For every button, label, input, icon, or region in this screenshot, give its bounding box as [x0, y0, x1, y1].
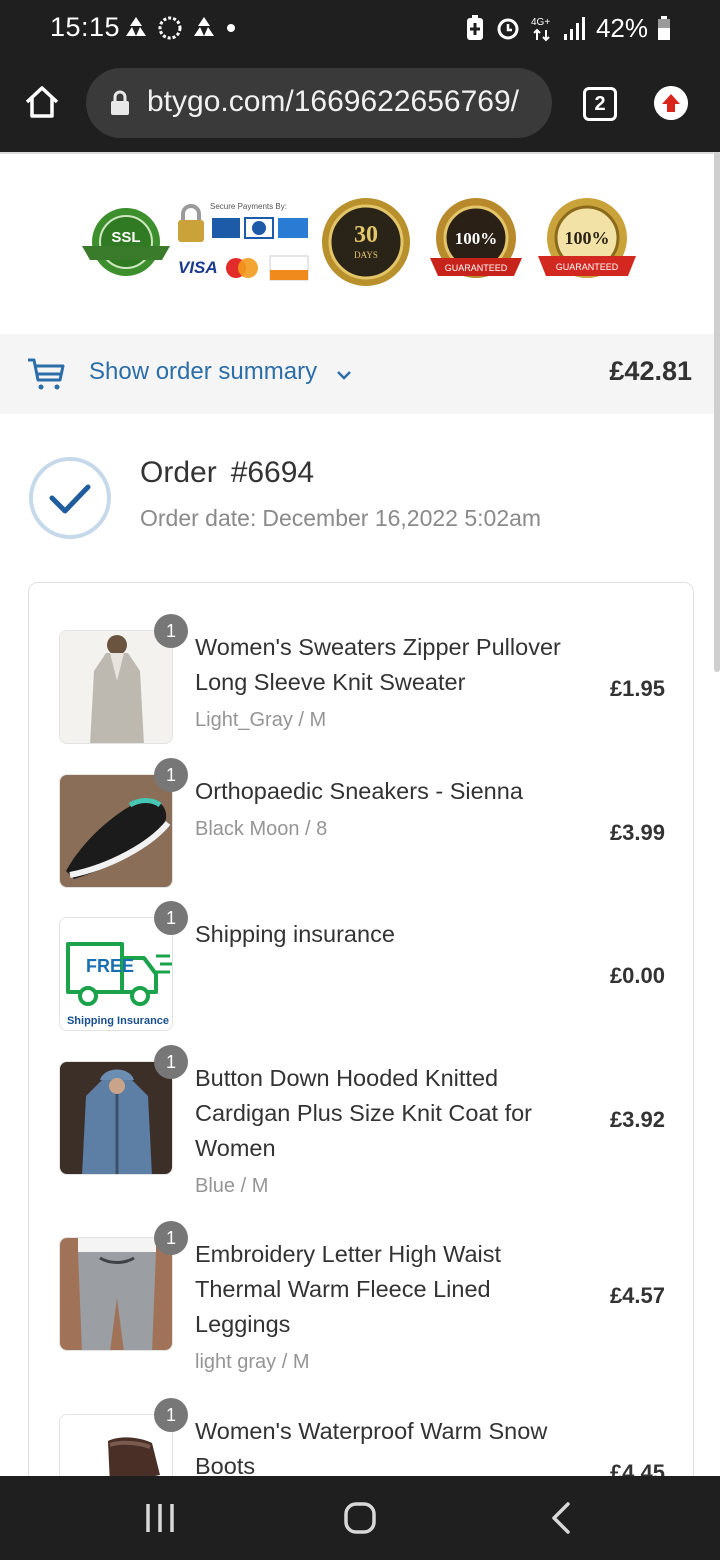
- order-date-value: December 16,2022 5:02am: [262, 505, 542, 531]
- tabs-icon[interactable]: 2: [583, 87, 617, 121]
- item-price: £3.99: [609, 820, 665, 845]
- address-bar[interactable]: btygo.com/1669622656769/: [86, 68, 552, 138]
- product-image: [59, 630, 173, 744]
- best-price-badge: 100% GUARANTEED: [430, 198, 522, 278]
- product-image: [59, 1237, 173, 1351]
- signal-icon: [563, 17, 585, 40]
- money-back-label: DAYS: [354, 250, 378, 260]
- best-price-pct: 100%: [455, 229, 498, 248]
- recents-icon[interactable]: [140, 1498, 180, 1538]
- network-4g-icon: 4G+: [531, 17, 550, 42]
- svg-text:VISA: VISA: [178, 258, 218, 277]
- order-items-list: 1 Women's Sweaters Zipper Pullover Long …: [28, 582, 694, 1560]
- order-date-label: Order date:: [140, 505, 257, 531]
- satisfaction-pct: 100%: [565, 228, 610, 248]
- money-back-number: 30: [354, 222, 378, 248]
- item-price: £3.92: [609, 1107, 665, 1132]
- satisfaction-guaranteed: GUARANTEED: [556, 262, 619, 272]
- order-title: Order #6694: [140, 456, 314, 490]
- item-variant: Blue / M: [195, 1175, 269, 1197]
- item-variant: Light_Gray / M: [195, 709, 327, 731]
- chevron-down-icon[interactable]: [335, 366, 353, 384]
- sync-icon: [158, 16, 182, 40]
- product-image: FREE Shipping Insurance: [59, 917, 173, 1031]
- battery-percent: 42%: [595, 12, 648, 43]
- ssl-badge: SSL: [82, 208, 170, 276]
- check-circle-icon: [29, 457, 111, 539]
- lock-icon: [111, 90, 129, 115]
- order-summary-label[interactable]: Show order summary: [89, 358, 317, 386]
- item-name: Women's Waterproof Warm Snow Boots: [195, 1418, 548, 1479]
- browser-toolbar: btygo.com/1669622656769/ 2: [0, 56, 720, 152]
- quantity-badge: 1: [154, 901, 188, 935]
- best-price-guaranteed: GUARANTEED: [445, 263, 508, 273]
- item-price: £4.57: [609, 1283, 665, 1308]
- system-navigation-bar: [0, 1476, 720, 1560]
- recycle-icon: [194, 17, 214, 36]
- item-price: £1.95: [609, 676, 665, 701]
- order-title-label: Order: [140, 456, 217, 489]
- quantity-badge: 1: [154, 1221, 188, 1255]
- alarm-icon: [497, 18, 519, 40]
- svg-text:4G+: 4G+: [531, 17, 550, 28]
- cart-icon: [28, 358, 65, 390]
- url-text: btygo.com/1669622656769/: [147, 85, 519, 118]
- back-icon[interactable]: [542, 1498, 582, 1538]
- item-variant: Black Moon / 8: [195, 818, 328, 840]
- dot-icon: [227, 24, 235, 32]
- item-name: Women's Sweaters Zipper Pullover Long Sl…: [195, 634, 561, 695]
- page-scrollbar[interactable]: [714, 152, 720, 672]
- order-number: #6694: [230, 456, 315, 489]
- satisfaction-badge: 100% GUARANTEED: [538, 198, 636, 278]
- item-name: Shipping insurance: [195, 921, 395, 947]
- status-system-icons: 4G+ 42%: [464, 10, 672, 46]
- quantity-badge: 1: [154, 1398, 188, 1432]
- item-variant: light gray / M: [195, 1351, 310, 1373]
- battery-saver-icon: [466, 15, 483, 40]
- secure-payments-badge: Secure Payments By: VISA: [176, 202, 310, 286]
- item-name: Orthopaedic Sneakers - Sienna: [195, 778, 523, 804]
- padlock-icon: [178, 204, 204, 242]
- quantity-badge: 1: [154, 614, 188, 648]
- card-logos: [212, 217, 308, 239]
- status-time: 15:15: [50, 12, 121, 42]
- secure-payments-label: Secure Payments By:: [210, 202, 287, 211]
- item-price: £0.00: [609, 963, 665, 988]
- upload-icon[interactable]: [654, 86, 688, 120]
- card-logos-row2: VISA: [178, 255, 309, 281]
- quantity-badge: 1: [154, 1045, 188, 1079]
- product-image: [59, 774, 173, 888]
- money-back-badge: 30 DAYS: [322, 198, 410, 286]
- ssl-badge-text: SSL: [111, 229, 140, 246]
- item-name: Embroidery Letter High Waist Thermal War…: [195, 1241, 502, 1337]
- free-label: FREE: [86, 956, 134, 976]
- trust-badges: SSL Secure Payments By: VISA 30 DAYS 100…: [0, 152, 720, 334]
- shipping-insurance-caption: Shipping Insurance: [67, 1015, 169, 1027]
- quantity-badge: 1: [154, 758, 188, 792]
- recycle-icon: [126, 17, 146, 36]
- status-notification-icons: [122, 12, 238, 44]
- order-date: Order date: December 16,2022 5:02am: [140, 505, 541, 532]
- product-image: [59, 1061, 173, 1175]
- order-summary-toggle[interactable]: Show order summary £42.81: [0, 334, 714, 414]
- home-nav-icon[interactable]: [340, 1498, 380, 1538]
- item-name: Button Down Hooded Knitted Cardigan Plus…: [195, 1065, 532, 1161]
- home-icon[interactable]: [22, 82, 62, 122]
- battery-icon: [658, 16, 670, 40]
- status-bar: 15:15 4G+ 42%: [0, 0, 720, 56]
- order-total: £42.81: [609, 356, 692, 386]
